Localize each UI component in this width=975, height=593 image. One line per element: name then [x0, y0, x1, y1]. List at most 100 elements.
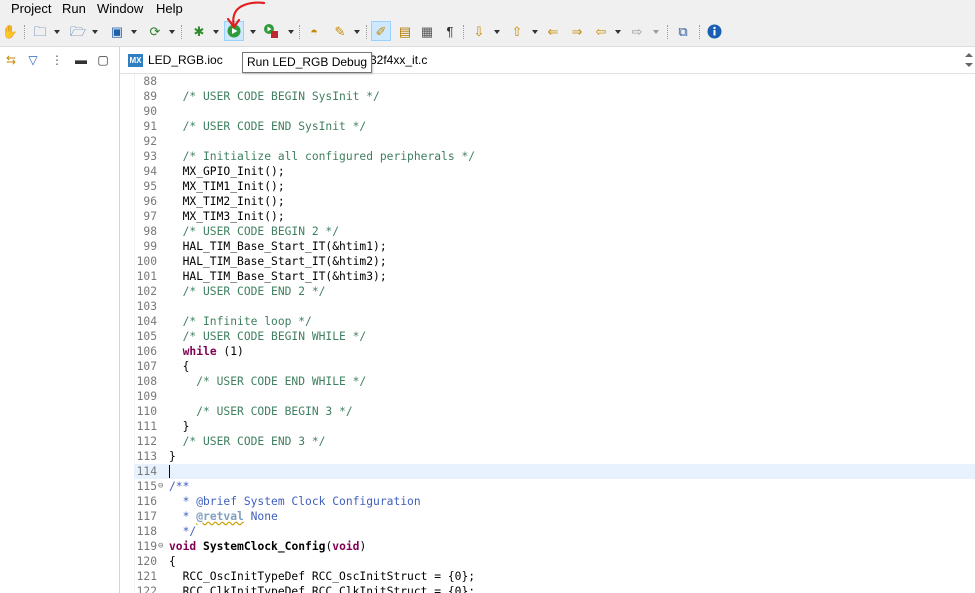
code-line[interactable]: 121 RCC_OscInitTypeDef RCC_OscInitStruct… — [134, 569, 975, 584]
code-line[interactable]: 116 * @brief System Clock Configuration — [134, 494, 975, 509]
code-editor[interactable]: 88 89 /* USER CODE BEGIN SysInit */90 91 /… — [120, 74, 975, 593]
scroll-up-icon[interactable] — [965, 53, 973, 57]
new-source-dropdown-icon[interactable] — [131, 30, 137, 34]
next-edit-location-icon[interactable]: ⇒ — [568, 22, 586, 40]
show-whitespace-icon[interactable]: ¶ — [441, 22, 459, 40]
scroll-down-icon[interactable] — [965, 63, 973, 67]
code-line[interactable]: 88 — [134, 74, 975, 89]
code-line[interactable]: 115 ⊖ /** — [134, 479, 975, 494]
view-menu-icon[interactable]: ⋮ — [49, 52, 65, 68]
code-line[interactable]: 109 — [134, 389, 975, 404]
external-tools-dropdown-icon[interactable] — [288, 30, 294, 34]
open-type-icon[interactable]: ◓ — [305, 22, 323, 40]
back-icon[interactable]: ⇦ — [592, 22, 610, 40]
code-line[interactable]: 120 { — [134, 554, 975, 569]
code-line[interactable]: 96 MX_TIM2_Init(); — [134, 194, 975, 209]
menu-project[interactable]: Project — [11, 1, 51, 17]
link-with-editor-icon[interactable]: ⇆ — [3, 52, 19, 68]
code-line[interactable]: 106 while (1) — [134, 344, 975, 359]
info-icon[interactable] — [705, 22, 723, 40]
code-text: /* USER CODE END SysInit */ — [169, 119, 367, 134]
next-annotation-icon[interactable]: ⇩ — [470, 22, 488, 40]
code-line[interactable]: 104 /* Infinite loop */ — [134, 314, 975, 329]
code-token: * @brief System Clock Configuration — [169, 495, 421, 508]
search-torch-icon[interactable]: ✎ — [331, 22, 349, 40]
code-line[interactable]: 90 — [134, 104, 975, 119]
code-line[interactable]: 118 */ — [134, 524, 975, 539]
new-project-icon[interactable]: 🗀 — [31, 22, 49, 40]
code-text: while (1) — [169, 344, 244, 359]
code-line[interactable]: 89 /* USER CODE BEGIN SysInit */ — [134, 89, 975, 104]
code-text: /* USER CODE BEGIN 2 */ — [169, 224, 339, 239]
next-annotation-dropdown-icon[interactable] — [494, 30, 500, 34]
code-line[interactable]: 98 /* USER CODE BEGIN 2 */ — [134, 224, 975, 239]
tab-led-rgb-ioc[interactable]: MX LED_RGB.ioc — [128, 47, 223, 73]
code-line[interactable]: 111 } — [134, 419, 975, 434]
code-line[interactable]: 119 ⊖ void SystemClock_Config(void) — [134, 539, 975, 554]
fold-collapse-icon[interactable]: ⊖ — [158, 479, 163, 494]
previous-annotation-icon[interactable]: ⇧ — [508, 22, 526, 40]
line-number: 122 — [136, 585, 157, 593]
code-line[interactable]: 93 /* Initialize all configured peripher… — [134, 149, 975, 164]
back-dropdown-icon[interactable] — [615, 30, 621, 34]
code-line[interactable]: 122 RCC_ClkInitTypeDef RCC_ClkInitStruct… — [134, 584, 975, 593]
code-line[interactable]: 101 HAL_TIM_Base_Start_IT(&htim3); — [134, 269, 975, 284]
code-line[interactable]: 117 * @retval None — [134, 509, 975, 524]
code-token: } — [169, 420, 190, 433]
code-line[interactable]: 100 HAL_TIM_Base_Start_IT(&htim2); — [134, 254, 975, 269]
debug-bug-icon[interactable]: ✱ — [190, 22, 208, 40]
code-token: MX_TIM3_Init(); — [169, 210, 285, 223]
new-source-file-icon[interactable]: ▣ — [108, 22, 126, 40]
forward-dropdown-icon[interactable] — [653, 30, 659, 34]
open-folder-dropdown-icon[interactable] — [92, 30, 98, 34]
menu-help[interactable]: Help — [156, 1, 183, 17]
code-text: * @retval None — [169, 509, 278, 524]
code-token: HAL_TIM_Base_Start_IT(&htim3); — [169, 270, 387, 283]
new-project-dropdown-icon[interactable] — [54, 30, 60, 34]
run-external-tools-icon[interactable] — [262, 22, 280, 40]
code-line[interactable]: 99 HAL_TIM_Base_Start_IT(&htim1); — [134, 239, 975, 254]
toggle-mark-occurrences-icon[interactable]: ✐ — [371, 21, 391, 41]
code-line[interactable]: 102 /* USER CODE END 2 */ — [134, 284, 975, 299]
code-token: /* Initialize all configured peripherals… — [169, 150, 476, 163]
code-text: * @brief System Clock Configuration — [169, 494, 421, 509]
open-perspective-icon[interactable]: ⧉ — [674, 22, 692, 40]
code-text: /* USER CODE BEGIN 3 */ — [169, 404, 352, 419]
code-token: (1) — [216, 345, 244, 358]
filter-icon[interactable]: ▽ — [25, 52, 41, 68]
menu-run[interactable]: Run — [62, 1, 86, 17]
run-button[interactable] — [224, 21, 244, 41]
code-line[interactable]: 92 — [134, 134, 975, 149]
line-number: 103 — [136, 300, 157, 313]
debug-dropdown-icon[interactable] — [213, 30, 219, 34]
code-token: /* Infinite loop */ — [169, 315, 312, 328]
code-line[interactable]: 112 /* USER CODE END 3 */ — [134, 434, 975, 449]
code-line[interactable]: 114 — [134, 464, 975, 479]
code-line[interactable]: 113} — [134, 449, 975, 464]
fold-collapse-icon[interactable]: ⊖ — [158, 539, 163, 554]
run-dropdown-icon[interactable] — [250, 30, 256, 34]
search-dropdown-icon[interactable] — [354, 30, 360, 34]
build-config-icon[interactable]: ⟳ — [146, 22, 164, 40]
block-selection-icon[interactable]: ▦ — [418, 22, 436, 40]
code-line[interactable]: 95 MX_TIM1_Init(); — [134, 179, 975, 194]
menu-window[interactable]: Window — [97, 1, 143, 17]
line-number: 97 — [143, 210, 157, 223]
previous-annotation-dropdown-icon[interactable] — [532, 30, 538, 34]
build-config-dropdown-icon[interactable] — [169, 30, 175, 34]
last-edit-location-icon[interactable]: ⇐ — [544, 22, 562, 40]
code-line[interactable]: 94 MX_GPIO_Init(); — [134, 164, 975, 179]
forward-icon[interactable]: ⇨ — [628, 22, 646, 40]
open-folder-icon[interactable]: 🗁 — [69, 22, 87, 40]
code-line[interactable]: 107 { — [134, 359, 975, 374]
code-line[interactable]: 91 /* USER CODE END SysInit */ — [134, 119, 975, 134]
code-line[interactable]: 105 /* USER CODE BEGIN WHILE */ — [134, 329, 975, 344]
maximize-icon[interactable]: ▢ — [95, 52, 111, 68]
minimize-icon[interactable]: ▬ — [73, 52, 89, 68]
code-line[interactable]: 97 MX_TIM3_Init(); — [134, 209, 975, 224]
toggle-word-wrap-icon[interactable]: ▤ — [396, 22, 414, 40]
code-line[interactable]: 108 /* USER CODE END WHILE */ — [134, 374, 975, 389]
build-hammer-icon[interactable]: ✋ — [1, 22, 19, 40]
code-line[interactable]: 103 — [134, 299, 975, 314]
code-line[interactable]: 110 /* USER CODE BEGIN 3 */ — [134, 404, 975, 419]
